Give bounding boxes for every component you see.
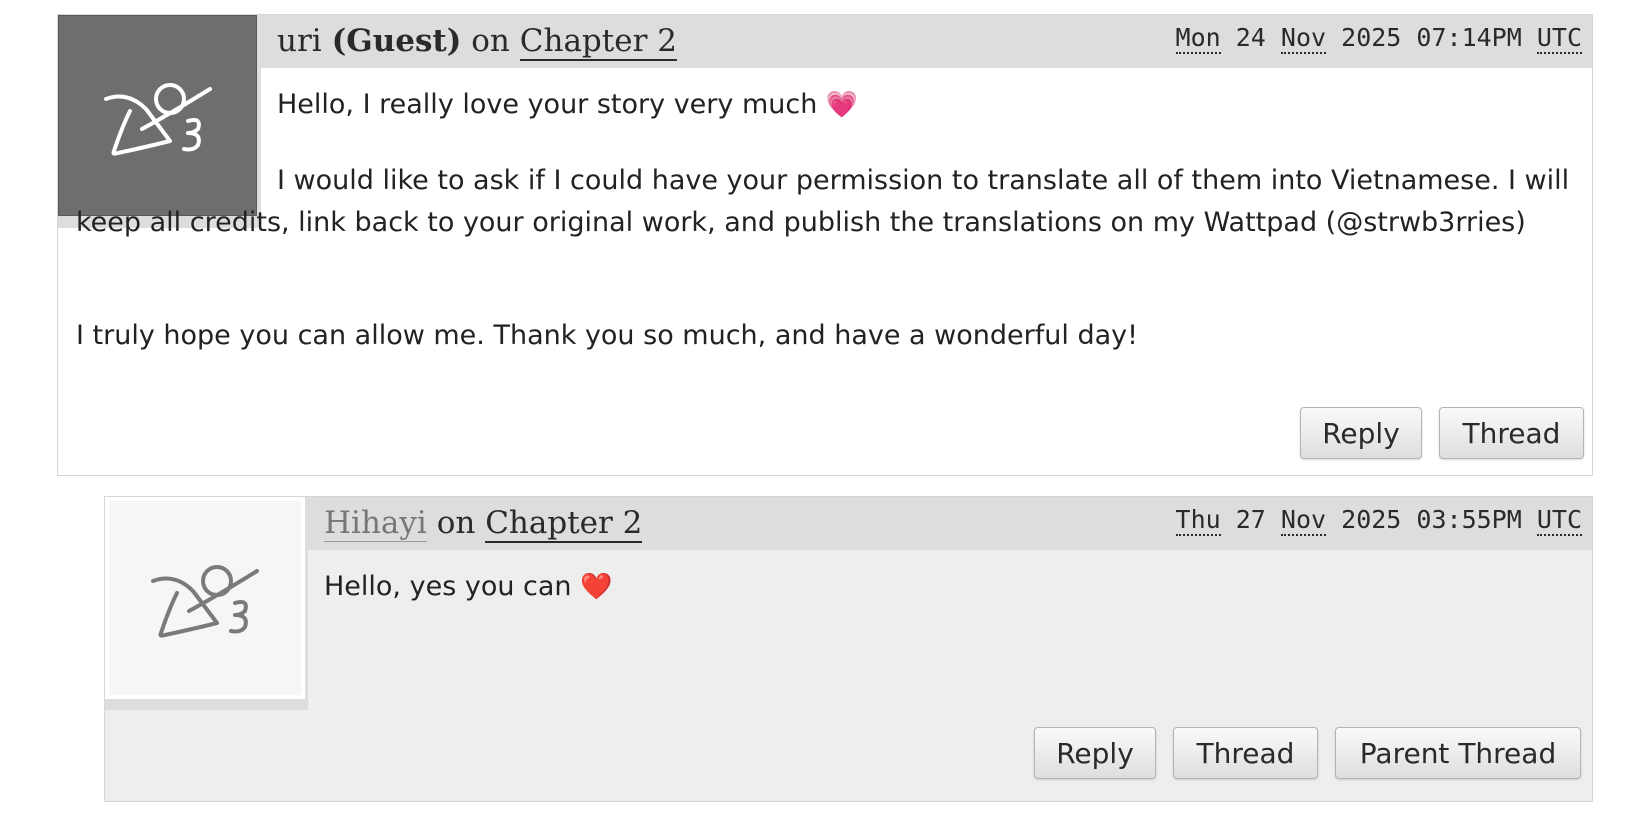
time: 03:55PM (1416, 505, 1522, 534)
comment-datetime: Thu 27 Nov 2025 03:55PM UTC (1175, 505, 1582, 536)
comment-author: uri (277, 23, 322, 59)
month: Nov (1280, 505, 1327, 536)
weekday: Thu (1175, 505, 1221, 536)
day: 27 (1235, 505, 1266, 534)
comment-paragraph: I truly hope you can allow me. Thank you… (76, 320, 1138, 351)
reply-button[interactable]: Reply (1300, 407, 1422, 459)
comment-byline: Hihayi on Chapter 2 (324, 505, 643, 543)
comment-paragraph: Hello, yes you can ❤️ (324, 571, 613, 602)
thread-button[interactable]: Thread (1173, 727, 1318, 779)
thread-button[interactable]: Thread (1439, 407, 1584, 459)
year: 2025 (1341, 23, 1402, 52)
comment-author-link[interactable]: Hihayi (324, 505, 427, 542)
comment-header: Hihayi on Chapter 2 Thu 27 Nov 2025 03:5… (308, 497, 1592, 550)
heart-emoji: 💗 (825, 90, 859, 120)
timezone: UTC (1536, 505, 1582, 536)
on-word: on (471, 23, 510, 59)
comment-datetime: Mon 24 Nov 2025 07:14PM UTC (1175, 23, 1582, 54)
default-user-icon (105, 497, 305, 699)
comment-byline: uri (Guest) on Chapter 2 (277, 23, 677, 61)
timezone: UTC (1536, 23, 1582, 54)
comment-body-upper: Hello, I really love your story very muc… (277, 84, 1576, 126)
comment-paragraph: I would like to ask if I could have your… (76, 165, 1570, 238)
comment-top-level: uri (Guest) on Chapter 2 Mon 24 Nov 2025… (57, 14, 1593, 476)
comment-icon-frame (105, 497, 308, 710)
comment-reply: Hihayi on Chapter 2 Thu 27 Nov 2025 03:5… (104, 496, 1593, 802)
on-word: on (436, 505, 476, 541)
comment-header: uri (Guest) on Chapter 2 Mon 24 Nov 2025… (261, 15, 1592, 68)
ao3-logo-icon (103, 82, 212, 156)
guest-label: (Guest) (331, 23, 462, 59)
year: 2025 (1341, 505, 1402, 534)
parent-thread-button[interactable]: Parent Thread (1335, 727, 1581, 779)
time: 07:14PM (1416, 23, 1522, 52)
comment-paragraph: Hello, I really love your story very muc… (277, 89, 859, 120)
ao3-logo-icon (151, 565, 259, 638)
comment-body: Hello, yes you can ❤️ (324, 566, 1576, 608)
reply-button[interactable]: Reply (1034, 727, 1156, 779)
month: Nov (1280, 23, 1327, 54)
heart-emoji: ❤️ (580, 572, 613, 602)
chapter-link[interactable]: Chapter 2 (485, 505, 643, 543)
weekday: Mon (1175, 23, 1221, 54)
day: 24 (1235, 23, 1266, 52)
chapter-link[interactable]: Chapter 2 (519, 23, 677, 61)
